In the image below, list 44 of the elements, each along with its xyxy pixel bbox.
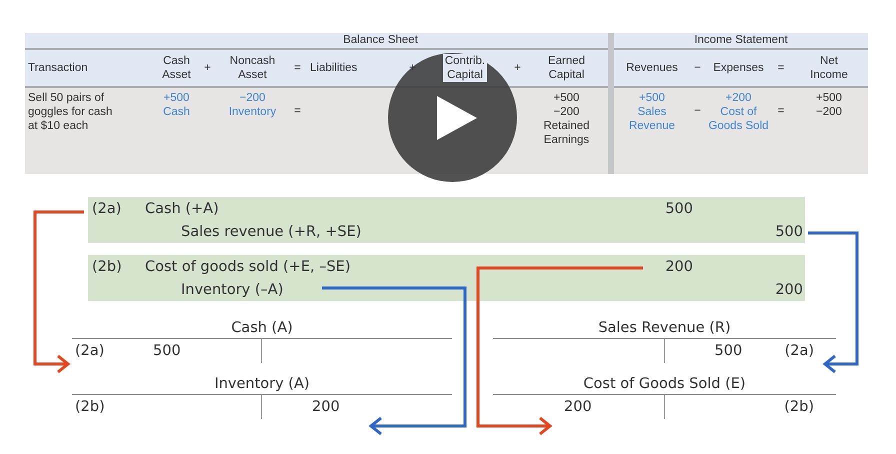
section-header: Balance Sheet	[343, 33, 418, 47]
entry-reference: (2a)	[75, 343, 106, 359]
operator-sign: +	[204, 61, 211, 75]
t-account-title: Cost of Goods Sold (E)	[583, 375, 746, 394]
amount: 200	[312, 399, 341, 415]
account-name: Cash (+A)	[145, 200, 219, 216]
t-account-title: Inventory (A)	[214, 375, 310, 394]
amount: 500	[665, 200, 693, 216]
amount: 500	[153, 343, 182, 359]
account-name: Cost of goods sold (+E, –SE)	[145, 258, 350, 274]
transaction-text: Sell 50 pairs of goggles for cash at $10 each	[28, 91, 112, 133]
cell-value: +500 Sales Revenue	[628, 91, 676, 133]
operator-sign: =	[294, 61, 301, 75]
section-header: Income Statement	[694, 33, 788, 47]
t-account-title: Cash (A)	[231, 319, 293, 338]
amount: 200	[665, 258, 693, 274]
cell-value: +500 −200	[816, 91, 842, 119]
operator-sign: +	[514, 61, 521, 75]
entry-reference: (2b)	[784, 399, 814, 415]
entry-reference: (2a)	[784, 343, 814, 359]
amount: 500	[775, 224, 803, 240]
cell-value: +500 −200 Retained Earnings	[543, 91, 590, 147]
account-name: Inventory (–A)	[180, 282, 284, 298]
amount: 200	[775, 282, 803, 298]
entry-reference: (2b)	[91, 258, 122, 274]
cell-value: −200 Inventory	[228, 91, 276, 119]
cell-value: +200 Cost of Goods Sold	[708, 91, 769, 133]
operator-sign: =	[778, 61, 784, 75]
column-header: Transaction	[28, 61, 88, 75]
operator-sign: =	[778, 104, 784, 118]
t-account-title: Sales Revenue (R)	[598, 319, 731, 338]
play-icon	[436, 96, 476, 140]
cell-value: +500 Cash	[163, 91, 190, 119]
amount: 500	[714, 343, 744, 359]
entry-reference: (2b)	[75, 399, 106, 415]
entry-reference: (2a)	[91, 200, 122, 216]
operator-sign: −	[694, 104, 701, 118]
operator-sign: −	[694, 61, 701, 75]
column-header: Contrib. Capital	[442, 54, 488, 82]
column-header: Earned Capital	[546, 54, 588, 82]
account-name: Sales revenue (+R, +SE)	[180, 224, 362, 240]
operator-sign: =	[294, 104, 301, 118]
column-header: Expenses	[711, 61, 766, 75]
amount: 200	[564, 399, 593, 415]
